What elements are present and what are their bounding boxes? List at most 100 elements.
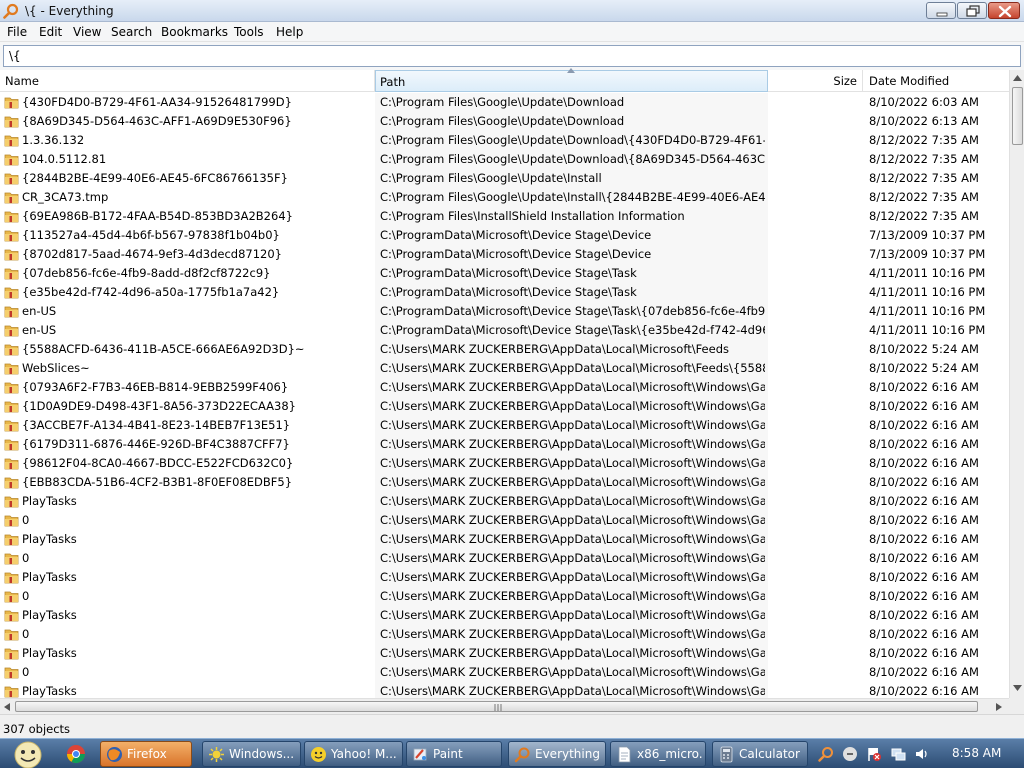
list-item[interactable]: 0 C:\Users\MARK ZUCKERBERG\AppData\Local\… (0, 663, 1009, 682)
list-item[interactable]: {EBB83CDA-51B6-4CF2-B3B1-8F0EF08EDBF5} C:… (0, 473, 1009, 492)
folder-icon (4, 648, 19, 660)
taskbar-item-label: Calculator (739, 747, 800, 761)
scroll-down-icon[interactable] (1013, 685, 1022, 691)
list-item[interactable]: {98612F04-8CA0-4667-BDCC-E522FCD632C0} C:… (0, 454, 1009, 473)
messenger-tray-icon[interactable] (842, 746, 858, 762)
taskbar-item-everything[interactable]: Everything (508, 741, 606, 767)
window-title: \{ - Everything (25, 4, 114, 18)
volume-icon[interactable] (914, 746, 930, 762)
list-item[interactable]: 0 C:\Users\MARK ZUCKERBERG\AppData\Local\… (0, 625, 1009, 644)
list-item[interactable]: {3ACCBE7F-A134-4B41-8E23-14BEB7F13E51} C:… (0, 416, 1009, 435)
list-item[interactable]: 104.0.5112.81 C:\Program Files\Google\Upd… (0, 150, 1009, 169)
vertical-scrollbar[interactable] (1009, 70, 1024, 698)
horizontal-scroll-thumb[interactable] (15, 701, 978, 712)
menu-bookmarks[interactable]: Bookmarks (161, 25, 228, 39)
folder-icon (4, 116, 19, 128)
item-date: 8/10/2022 6:16 AM (869, 551, 979, 565)
close-button[interactable] (988, 2, 1020, 19)
folder-icon (4, 173, 19, 185)
list-item[interactable]: {113527a4-45d4-4b6f-b567-97838f1b04b0} C:… (0, 226, 1009, 245)
list-item[interactable]: en-US C:\ProgramData\Microsoft\Device Sta… (0, 321, 1009, 340)
network-icon[interactable] (890, 746, 906, 762)
taskbar-item-calculator[interactable]: Calculator (712, 741, 808, 767)
item-date: 8/10/2022 5:24 AM (869, 342, 979, 356)
list-item[interactable]: PlayTasks C:\Users\MARK ZUCKERBERG\AppDat… (0, 644, 1009, 663)
taskbar-item-windows-live[interactable]: Windows... (202, 741, 301, 767)
list-item[interactable]: {e35be42d-f742-4d96-a50a-1775fb1a7a42} C:… (0, 283, 1009, 302)
item-name: {e35be42d-f742-4d96-a50a-1775fb1a7a42} (22, 285, 280, 299)
scroll-right-icon[interactable] (996, 703, 1002, 711)
yahoo-messenger-icon (311, 747, 326, 762)
list-item[interactable]: {8A69D345-D564-463C-AFF1-A69D9E530F96} C:… (0, 112, 1009, 131)
item-path: C:\Program Files\Google\Update\Download (380, 114, 625, 128)
taskbar-item-paint[interactable]: Paint (406, 741, 502, 767)
list-item[interactable]: {69EA986B-B172-4FAA-B54D-853BD3A2B264} C:… (0, 207, 1009, 226)
item-path: C:\Users\MARK ZUCKERBERG\AppData\Local\M… (380, 513, 765, 527)
item-name: {113527a4-45d4-4b6f-b567-97838f1b04b0} (22, 228, 280, 242)
item-name: {5588ACFD-6436-411B-A5CE-666AE6A92D3D}~ (22, 342, 305, 356)
list-item[interactable]: PlayTasks C:\Users\MARK ZUCKERBERG\AppDat… (0, 606, 1009, 625)
start-orb-icon[interactable] (8, 739, 44, 768)
document-icon (618, 746, 631, 763)
everything-tray-icon[interactable] (818, 746, 834, 762)
menu-view[interactable]: View (73, 25, 101, 39)
list-item[interactable]: {0793A6F2-F7B3-46EB-B814-9EBB2599F406} C:… (0, 378, 1009, 397)
column-size-header[interactable]: Size (768, 70, 863, 92)
list-item[interactable]: {8702d817-5aad-4674-9ef3-4d3decd87120} C:… (0, 245, 1009, 264)
list-item[interactable]: 0 C:\Users\MARK ZUCKERBERG\AppData\Local\… (0, 549, 1009, 568)
scroll-left-icon[interactable] (4, 703, 10, 711)
folder-icon (4, 135, 19, 147)
menu-tools[interactable]: Tools (234, 25, 264, 39)
search-input[interactable] (3, 45, 1021, 67)
item-name: PlayTasks (22, 684, 77, 698)
list-item[interactable]: WebSlices~ C:\Users\MARK ZUCKERBERG\AppDa… (0, 359, 1009, 378)
item-name: en-US (22, 323, 57, 337)
column-name-header[interactable]: Name (0, 70, 375, 92)
menu-edit[interactable]: Edit (39, 25, 62, 39)
menu-file[interactable]: File (7, 25, 27, 39)
taskbar-item-yahoo-messenger[interactable]: Yahoo! M... (304, 741, 403, 767)
list-item[interactable]: 0 C:\Users\MARK ZUCKERBERG\AppData\Local\… (0, 511, 1009, 530)
taskbar-item-document[interactable]: x86_micro... (610, 741, 706, 767)
list-item[interactable]: PlayTasks C:\Users\MARK ZUCKERBERG\AppDat… (0, 530, 1009, 549)
item-path: C:\Program Files\Google\Update\Install (380, 171, 602, 185)
list-item[interactable]: {1D0A9DE9-D498-43F1-8A56-373D22ECAA38} C:… (0, 397, 1009, 416)
list-item[interactable]: 0 C:\Users\MARK ZUCKERBERG\AppData\Local\… (0, 587, 1009, 606)
list-item[interactable]: en-US C:\ProgramData\Microsoft\Device Sta… (0, 302, 1009, 321)
list-item[interactable]: {5588ACFD-6436-411B-A5CE-666AE6A92D3D}~ C… (0, 340, 1009, 359)
item-date: 8/10/2022 6:16 AM (869, 399, 979, 413)
menu-help[interactable]: Help (276, 25, 303, 39)
item-date: 8/12/2022 7:35 AM (869, 152, 979, 166)
item-path: C:\Program Files\Google\Update\Download\… (380, 133, 765, 147)
everything-icon (514, 747, 530, 763)
minimize-button[interactable] (926, 2, 956, 19)
list-item[interactable]: {2844B2BE-4E99-40E6-AE45-6FC86766135F} C:… (0, 169, 1009, 188)
list-item[interactable]: PlayTasks C:\Users\MARK ZUCKERBERG\AppDat… (0, 492, 1009, 511)
menu-search[interactable]: Search (111, 25, 152, 39)
list-item[interactable]: PlayTasks C:\Users\MARK ZUCKERBERG\AppDat… (0, 568, 1009, 587)
scroll-up-icon[interactable] (1013, 75, 1022, 81)
list-item[interactable]: {07deb856-fc6e-4fb9-8add-d8f2cf8722c9} C:… (0, 264, 1009, 283)
item-path: C:\Users\MARK ZUCKERBERG\AppData\Local\M… (380, 684, 765, 698)
chrome-icon[interactable] (66, 744, 86, 764)
flag-warning-icon[interactable] (866, 746, 882, 762)
maximize-button[interactable] (957, 2, 987, 19)
taskbar-item-firefox[interactable]: Firefox (100, 741, 192, 767)
item-name: 0 (22, 589, 30, 603)
folder-icon (4, 230, 19, 242)
column-date-header[interactable]: Date Modified (863, 70, 1009, 92)
list-item[interactable]: {430FD4D0-B729-4F61-AA34-91526481799D} C:… (0, 93, 1009, 112)
clock[interactable]: 8:58 AM (952, 746, 1001, 760)
item-name: 0 (22, 513, 30, 527)
list-item[interactable]: CR_3CA73.tmp C:\Program Files\Google\Upda… (0, 188, 1009, 207)
list-item[interactable]: PlayTasks C:\Users\MARK ZUCKERBERG\AppDat… (0, 682, 1009, 698)
folder-icon (4, 534, 19, 546)
vertical-scroll-thumb[interactable] (1012, 87, 1023, 145)
horizontal-scrollbar[interactable] (0, 698, 1009, 714)
folder-icon (4, 439, 19, 451)
list-item[interactable]: {6179D311-6876-446E-926D-BF4C3887CFF7} C:… (0, 435, 1009, 454)
item-path: C:\Users\MARK ZUCKERBERG\AppData\Local\M… (380, 608, 765, 622)
list-item[interactable]: 1.3.36.132 C:\Program Files\Google\Update… (0, 131, 1009, 150)
folder-icon (4, 572, 19, 584)
column-path-header[interactable]: Path (375, 70, 768, 92)
